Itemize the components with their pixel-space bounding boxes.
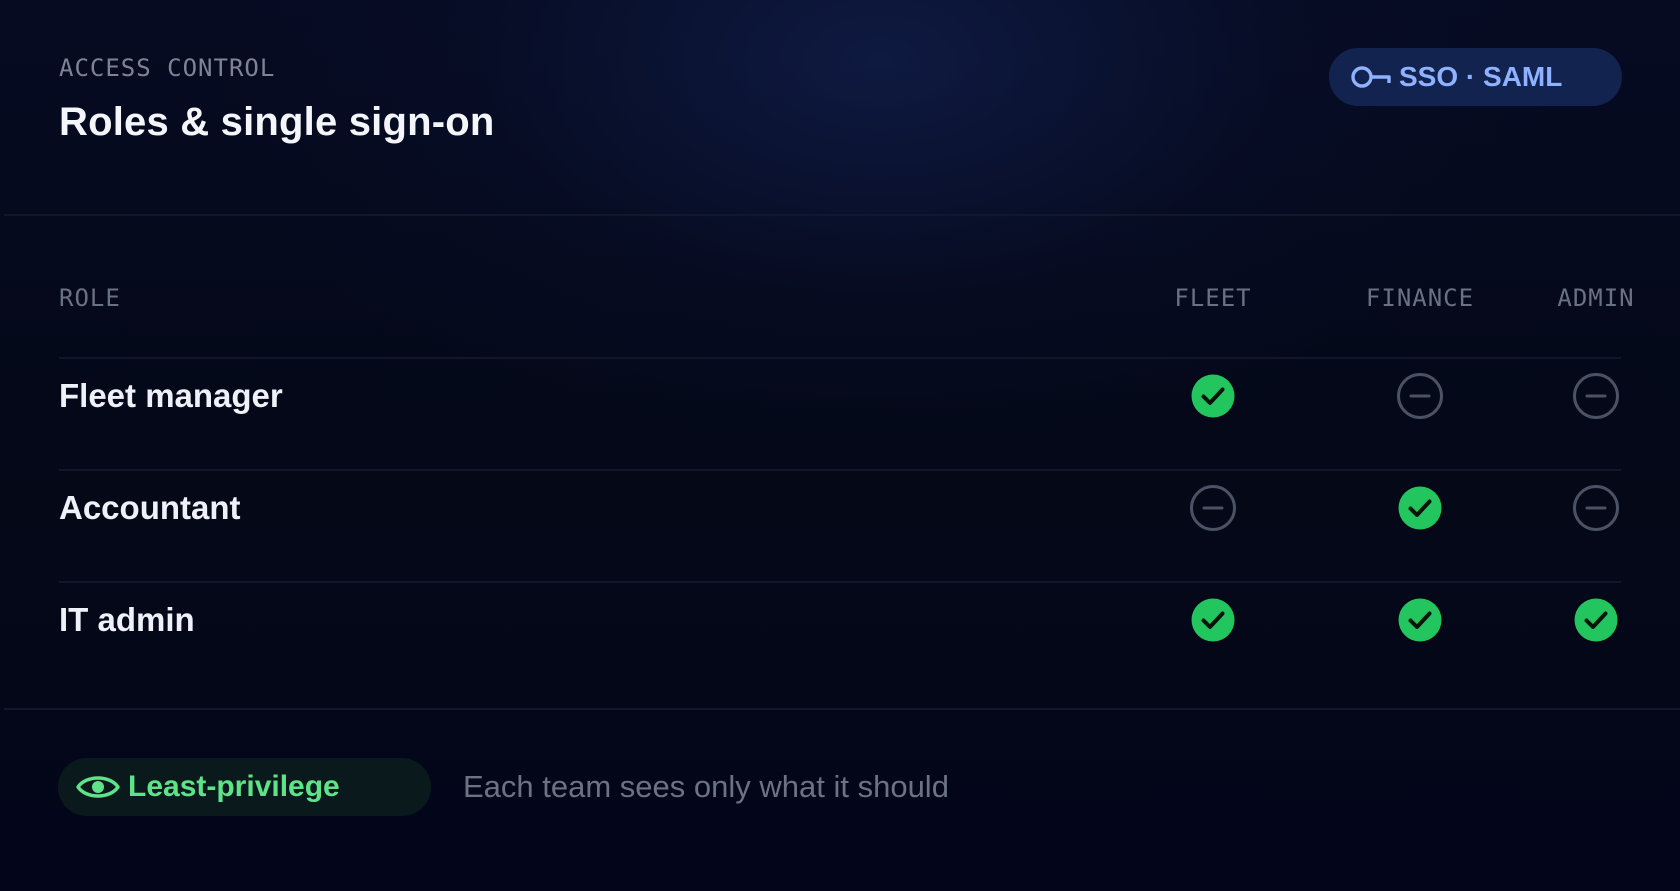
eye-icon (76, 773, 120, 801)
row-divider (59, 357, 1621, 359)
footer-note: Each team sees only what it should (463, 769, 949, 804)
access-fleet-granted (1189, 596, 1237, 644)
sso-saml-badge: SSO · SAML (1329, 48, 1622, 106)
least-privilege-label: Least-privilege (128, 770, 340, 803)
access-fleet-granted (1189, 372, 1237, 420)
access-finance-granted (1396, 596, 1444, 644)
role-name: IT admin (59, 601, 195, 638)
page-title: Roles & single sign-on (59, 100, 495, 144)
column-header-finance: FINANCE (1365, 284, 1475, 312)
column-header-role: ROLE (59, 284, 121, 312)
sso-badge-label: SSO · SAML (1399, 61, 1563, 92)
access-admin-none (1572, 484, 1620, 532)
access-admin-granted (1572, 596, 1620, 644)
column-header-fleet: FLEET (1174, 284, 1252, 312)
minus-circle-icon (1573, 373, 1619, 419)
access-fleet-none (1189, 484, 1237, 532)
least-privilege-badge: Least-privilege (58, 758, 431, 816)
row-divider (59, 581, 1621, 583)
check-circle-icon (1398, 598, 1442, 642)
role-name: Accountant (59, 489, 241, 526)
column-header-admin: ADMIN (1557, 284, 1635, 312)
footer-divider (4, 708, 1680, 710)
access-finance-none (1396, 372, 1444, 420)
check-circle-icon (1574, 598, 1618, 642)
access-finance-granted (1396, 484, 1444, 532)
row-divider (59, 469, 1621, 471)
section-eyebrow: ACCESS CONTROL (59, 54, 276, 82)
key-icon (1351, 64, 1393, 90)
page-header: ACCESS CONTROL Roles & single sign-on (59, 56, 495, 142)
check-circle-icon (1191, 598, 1235, 642)
minus-circle-icon (1397, 373, 1443, 419)
role-name: Fleet manager (59, 377, 283, 414)
header-divider (4, 214, 1680, 216)
check-circle-icon (1191, 374, 1235, 418)
minus-circle-icon (1573, 485, 1619, 531)
minus-circle-icon (1190, 485, 1236, 531)
access-admin-none (1572, 372, 1620, 420)
check-circle-icon (1398, 486, 1442, 530)
